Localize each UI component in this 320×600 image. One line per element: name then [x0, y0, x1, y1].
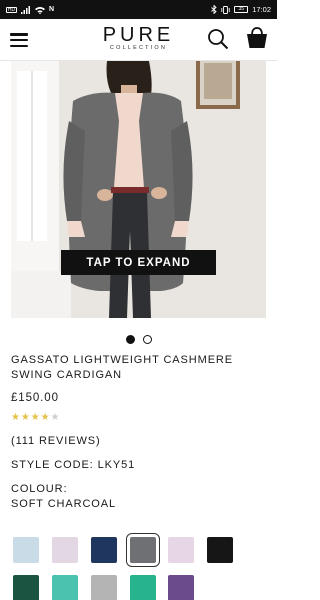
- brand-logo[interactable]: PURE COLLECTION: [0, 25, 277, 52]
- colour-swatch[interactable]: [130, 575, 156, 600]
- gallery-pagination: [0, 335, 277, 344]
- colour-section: COLOUR: SOFT CHARCOAL: [11, 482, 266, 512]
- logo-sub-text: COLLECTION: [109, 45, 168, 51]
- search-icon[interactable]: [207, 28, 229, 50]
- star-icon: ★: [30, 412, 41, 423]
- star-icon: ★: [20, 412, 31, 423]
- colour-swatch[interactable]: [207, 537, 233, 563]
- colour-label: COLOUR:: [11, 483, 68, 495]
- sim-icon: HD: [6, 6, 17, 13]
- colour-swatch[interactable]: [168, 537, 194, 563]
- nfc-icon: N: [49, 6, 55, 13]
- status-bar: HD N 35 17:02: [0, 0, 277, 19]
- status-left: HD N: [6, 5, 55, 14]
- app-header: PURE COLLECTION: [0, 19, 277, 61]
- colour-swatch[interactable]: [52, 537, 78, 563]
- gallery-dot-2[interactable]: [142, 335, 152, 344]
- style-code: STYLE CODE: LKY51: [11, 459, 136, 471]
- colour-swatch[interactable]: [168, 575, 194, 600]
- signal-icon: [21, 5, 30, 14]
- product-price: £150.00: [11, 392, 59, 404]
- product-title: GASSATO LIGHTWEIGHT CASHMERE SWING CARDI…: [11, 354, 234, 381]
- product-image[interactable]: TAP TO EXPAND: [11, 61, 266, 318]
- vibrate-icon: [221, 5, 230, 14]
- colour-swatch[interactable]: [126, 533, 160, 567]
- star-icon: ★: [40, 412, 51, 423]
- status-right: 35 17:02: [211, 5, 271, 14]
- wifi-icon: [35, 6, 45, 14]
- colour-value: SOFT CHARCOAL: [11, 498, 117, 510]
- colour-swatch[interactable]: [91, 575, 117, 600]
- colour-swatch[interactable]: [13, 537, 39, 563]
- colour-swatch[interactable]: [13, 575, 39, 600]
- product-photo: [11, 61, 266, 318]
- battery-icon: 35: [234, 6, 249, 13]
- logo-main-text: PURE: [102, 24, 175, 46]
- star-icon: ★: [11, 412, 21, 423]
- reviews-link[interactable]: (111 REVIEWS): [11, 435, 266, 447]
- shopping-bag-icon[interactable]: [245, 26, 269, 50]
- rating-stars[interactable]: ★ ★ ★ ★ ★: [11, 413, 266, 423]
- colour-swatch[interactable]: [91, 537, 117, 563]
- star-empty-icon: ★: [50, 412, 61, 423]
- status-time: 17:02: [252, 5, 271, 14]
- tap-to-expand-button[interactable]: TAP TO EXPAND: [61, 250, 216, 275]
- colour-swatch[interactable]: [52, 575, 78, 600]
- bluetooth-icon: [211, 5, 217, 14]
- gallery-dot-1[interactable]: [125, 335, 135, 344]
